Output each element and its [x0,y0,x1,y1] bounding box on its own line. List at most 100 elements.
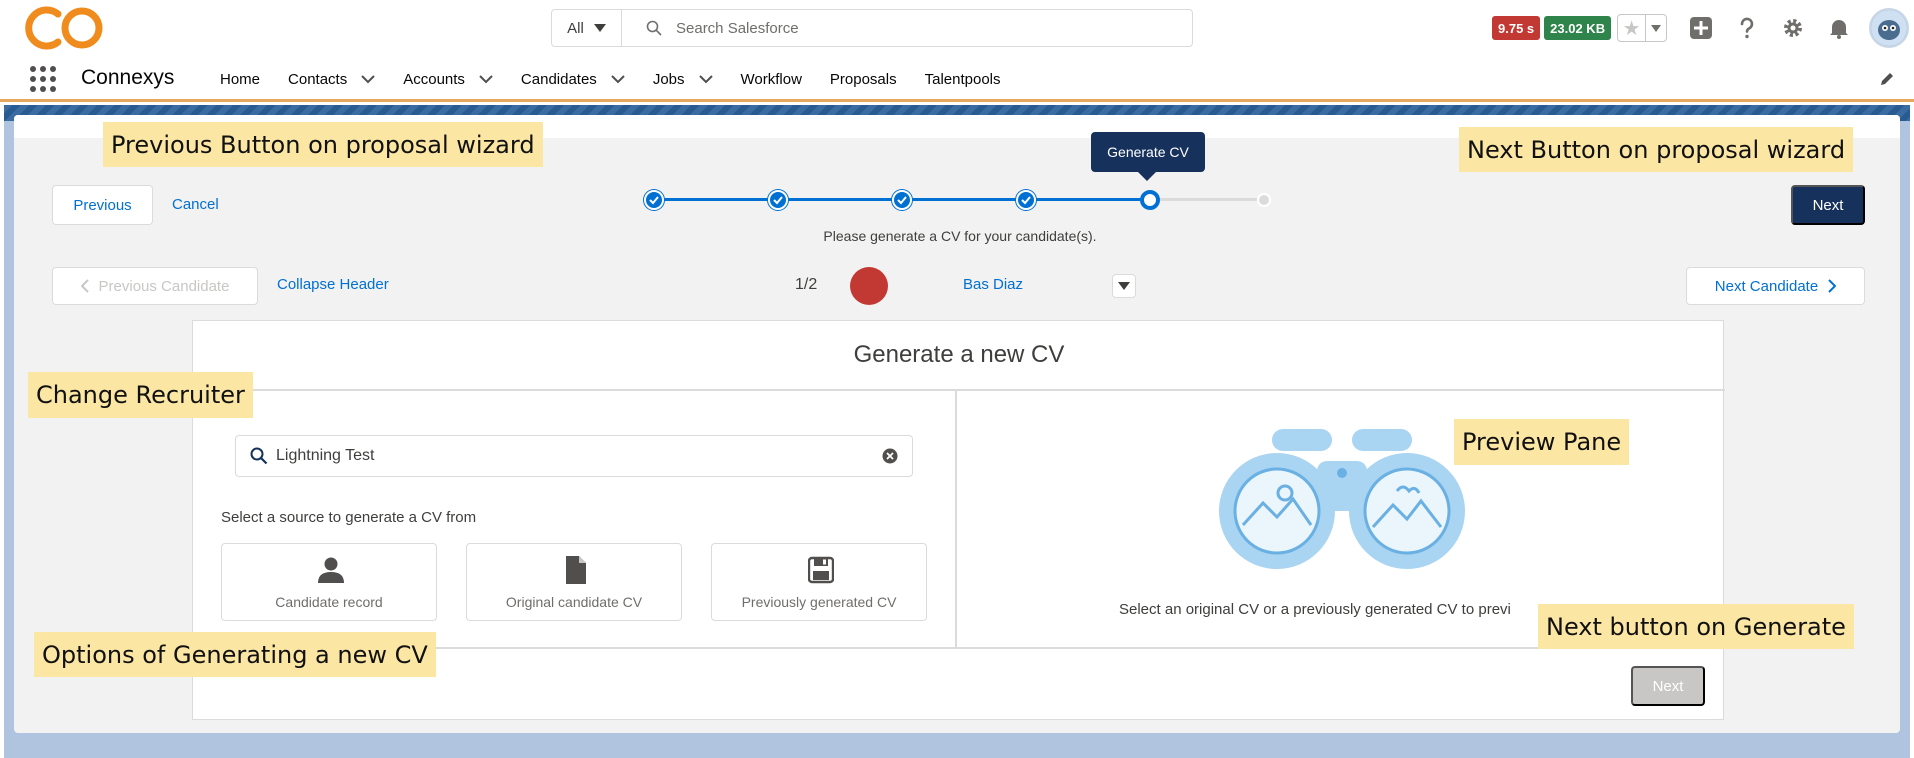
source-candidate-record[interactable]: Candidate record [221,543,437,621]
annotation-generate-options: Options of Generating a new CV [34,632,436,677]
nav-item-label: Proposals [829,70,897,88]
nav-item-contacts[interactable]: Contacts [288,71,375,88]
perf-size-badge: 23.02 KB [1544,16,1612,40]
next-button[interactable]: Next [1791,185,1865,225]
perf-time-badge: 9.75 s [1492,16,1541,40]
app-name: Connexys [81,66,175,89]
previous-candidate-label: Previous Candidate [98,277,230,295]
nav-item-label: Contacts [288,70,348,88]
wizard-step-2[interactable] [768,190,788,210]
add-icon[interactable] [1689,16,1713,40]
nav-item-talentpools[interactable]: Talentpools [925,71,1001,88]
edit-nav-icon[interactable] [1879,71,1895,87]
nav-item-label: Candidates [520,70,597,88]
cv-source-pane: Lightning Test Select a source to genera… [193,391,957,649]
annotation-previous-button: Previous Button on proposal wizard [103,122,543,167]
check-icon [773,196,783,205]
current-step-tooltip: Generate CV [1091,132,1205,181]
previous-candidate-button[interactable]: Previous Candidate [52,267,258,305]
global-search[interactable]: All Search Salesforce [551,9,1193,47]
chevron-down-icon[interactable] [698,74,713,84]
star-icon[interactable]: ★ [1618,15,1647,41]
check-icon [897,196,907,205]
bell-icon[interactable] [1827,16,1851,40]
candidate-name-link[interactable]: Bas Diaz [963,276,1023,293]
nav-item-home[interactable]: Home [220,71,260,88]
caret-down-icon [1118,282,1130,290]
search-placeholder: Search Salesforce [676,19,799,37]
check-icon [1021,196,1031,205]
preview-empty-text: Select an original CV or a previously ge… [1119,601,1511,618]
binoculars-illustration [1219,429,1465,569]
next-candidate-label: Next Candidate [1714,277,1819,295]
progress-line-remaining [1150,198,1266,201]
candidate-avatar [850,267,888,305]
app-launcher-icon[interactable] [30,66,56,92]
clear-icon[interactable] [882,448,898,464]
nav-item-label: Talentpools [924,70,1001,88]
nav-item-label: Workflow [740,70,802,88]
source-tile-label: Previously generated CV [741,594,897,610]
search-icon [646,20,662,36]
generate-cv-title: Generate a new CV [193,321,1725,391]
source-label: Select a source to generate a CV from [221,509,477,526]
wizard-progress [640,186,1280,212]
chevron-down-icon[interactable] [611,74,625,84]
nav-item-label: Home [220,70,261,88]
nav-item-proposals[interactable]: Proposals [830,71,897,88]
search-icon [250,447,268,465]
wizard-step-1[interactable] [644,190,664,210]
candidate-counter: 1/2 [795,276,818,293]
chevron-down-icon[interactable] [479,74,493,84]
collapse-header-link[interactable]: Collapse Header [277,276,389,293]
nav-item-jobs[interactable]: Jobs [653,71,713,88]
favorites-control[interactable]: ★ [1617,14,1668,42]
previous-button[interactable]: Previous [52,185,153,225]
nav-item-label: Accounts [403,70,465,88]
user-avatar[interactable] [1869,8,1910,48]
global-header: All Search Salesforce 9.75 s 23.02 KB ★ [0,0,1914,56]
source-original-cv[interactable]: Original candidate CV [466,543,682,621]
gear-icon[interactable] [1781,16,1805,40]
annotation-preview-pane: Preview Pane [1454,419,1630,465]
document-icon [566,556,586,584]
wizard-step-4[interactable] [1016,190,1036,210]
search-input[interactable]: Search Salesforce [622,10,1192,46]
nav-item-label: Jobs [652,70,685,88]
nav-item-candidates[interactable]: Candidates [521,71,625,88]
cancel-link[interactable]: Cancel [172,196,219,213]
save-icon [808,556,834,584]
caret-down-icon [593,24,606,32]
wizard-step-5[interactable] [1140,190,1160,210]
chevron-left-icon [80,279,89,293]
source-previous-cv[interactable]: Previously generated CV [711,543,927,621]
recruiter-value: Lightning Test [276,447,375,464]
generate-next-button[interactable]: Next [1631,666,1705,706]
annotation-generate-next: Next button on Generate [1538,604,1854,649]
recruiter-lookup-input[interactable]: Lightning Test [235,435,913,477]
chevron-right-icon [1828,279,1837,293]
caret-down-icon [1651,24,1662,32]
connexys-logo[interactable] [20,4,108,52]
nav-items: Home Contacts Accounts Candidates Jobs W… [220,56,1029,102]
check-icon [649,196,659,205]
app-nav-bar: Connexys Home Contacts Accounts Candidat… [0,56,1914,102]
header-utilities: 9.75 s 23.02 KB ★ [1492,8,1910,48]
search-scope-label: All [567,19,584,37]
help-icon[interactable] [1735,16,1759,40]
wizard-step-3[interactable] [892,190,912,210]
nav-item-workflow[interactable]: Workflow [741,71,802,88]
annotation-next-button: Next Button on proposal wizard [1459,127,1854,172]
annotation-change-recruiter: Change Recruiter [28,372,253,418]
source-tile-label: Candidate record [275,594,383,610]
wizard-instruction: Please generate a CV for your candidate(… [823,228,1097,244]
candidate-menu-dropdown[interactable] [1112,274,1136,298]
chevron-down-icon[interactable] [361,74,375,84]
favorites-dropdown[interactable] [1646,15,1666,41]
wizard-step-6[interactable] [1257,193,1271,207]
source-tile-label: Original candidate CV [505,594,643,610]
nav-item-accounts[interactable]: Accounts [403,71,493,88]
search-scope-dropdown[interactable]: All [552,10,622,46]
next-candidate-button[interactable]: Next Candidate [1686,267,1865,305]
person-icon [318,557,344,583]
